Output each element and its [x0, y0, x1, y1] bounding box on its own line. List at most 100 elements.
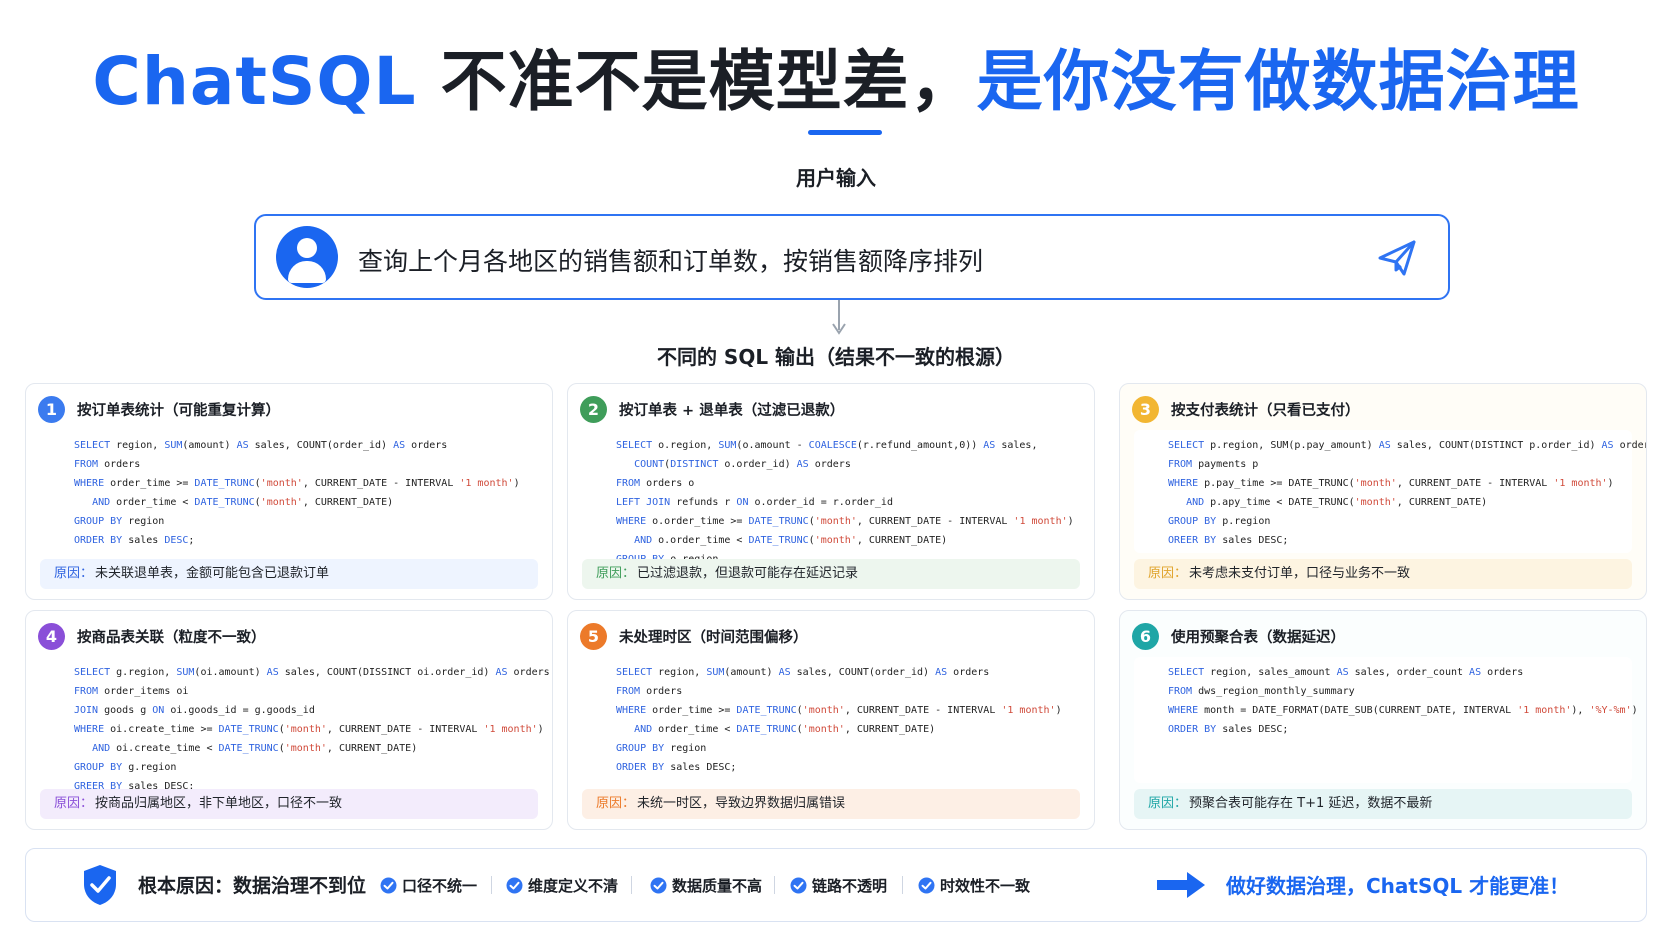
reason-text: 未关联退单表，金额可能包含已退款订单 — [95, 566, 330, 581]
sql-card-4: 4 按商品表关联（粒度不一致） SELECT g.region, SUM(oi.am… — [25, 610, 553, 830]
sql-code-line: ORDER BY sales DESC; — [616, 762, 737, 773]
sql-code-line: WHERE month = DATE_FORMAT(DATE_SUB(CURRE… — [1168, 705, 1638, 716]
card-number-badge: 2 — [580, 395, 607, 423]
reason-label: 原因： — [1148, 566, 1188, 581]
governance-item: 口径不统一 — [380, 874, 477, 896]
reason-note: 原因： 按商品归属地区，非下单地区，口径不一致 — [40, 789, 538, 819]
sql-code-line: WHERE p.pay_time >= DATE_TRUNC('month', … — [1168, 478, 1614, 489]
card-header: 3 按支付表统计（只看已支付） — [1132, 394, 1360, 424]
divider — [774, 876, 775, 894]
governance-item-label: 口径不统一 — [402, 876, 478, 895]
sql-code-line: SELECT region, SUM(amount) AS sales, COU… — [74, 440, 448, 451]
sql-card-2: 2 按订单表 + 退单表（过滤已退款） SELECT o.region, SUM(o… — [567, 383, 1095, 600]
reason-note: 原因： 未关联退单表，金额可能包含已退款订单 — [40, 559, 538, 589]
sql-code-line: GROUP BY region — [616, 743, 707, 754]
card-title: 按订单表统计（可能重复计算） — [77, 402, 280, 419]
governance-item-label: 数据质量不高 — [672, 876, 763, 895]
card-number-badge: 1 — [38, 395, 65, 423]
sql-code-block: SELECT p.region, SUM(p.pay_amount) AS sa… — [1134, 430, 1646, 553]
sql-code-line: GROUP BY p.region — [1168, 516, 1271, 527]
card-header: 4 按商品表关联（粒度不一致） — [38, 621, 266, 651]
divider — [631, 876, 632, 894]
card-number-badge: 5 — [580, 622, 607, 650]
title-part-brand: ChatSQL — [92, 43, 417, 120]
sql-code-line: ORDER BY sales DESC; — [74, 535, 195, 546]
reason-text: 预聚合表可能存在 T+1 延迟，数据不最新 — [1189, 796, 1433, 811]
right-arrow-icon — [1157, 872, 1205, 898]
sql-code-line: WHERE oi.create_time >= DATE_TRUNC('mont… — [74, 724, 544, 735]
sql-code-block: SELECT g.region, SUM(oi.amount) AS sales… — [40, 657, 550, 792]
reason-text: 按商品归属地区，非下单地区，口径不一致 — [95, 796, 343, 811]
sql-code-line: FROM payments p — [1168, 459, 1259, 470]
sql-code-block: SELECT region, SUM(amount) AS sales, COU… — [582, 657, 1080, 783]
reason-label: 原因： — [596, 796, 636, 811]
reason-text: 未考虑未支付订单，口径与业务不一致 — [1189, 566, 1411, 581]
sql-card-6: 6 使用预聚合表（数据延迟） SELECT region, sales_amount… — [1119, 610, 1647, 830]
sql-code-line: AND o.order_time < DATE_TRUNC('month', C… — [634, 535, 948, 546]
governance-item-label: 时效性不一致 — [940, 876, 1031, 895]
sql-code-line: FROM dws_region_monthly_summary — [1168, 686, 1355, 697]
shield-check-icon — [84, 865, 116, 905]
sql-code-line: WHERE o.order_time >= DATE_TRUNC('month'… — [616, 516, 1074, 527]
user-avatar-icon — [276, 226, 338, 288]
page-title: ChatSQL 不准不是模型差，是你没有做数据治理 — [0, 28, 1672, 124]
sql-code-line: LEFT JOIN refunds r ON o.order_id = r.or… — [616, 497, 893, 508]
card-title: 按订单表 + 退单表（过滤已退款） — [619, 402, 845, 419]
sql-code-line: GROUP BY g.region — [74, 762, 177, 773]
sql-code-line: JOIN goods g ON oi.goods_id = g.goods_id — [74, 705, 315, 716]
governance-item-label: 链路不透明 — [812, 876, 888, 895]
governance-item: 时效性不一致 — [918, 874, 1030, 896]
root-cause-text: 根本原因：数据治理不到位 — [138, 875, 367, 897]
governance-item: 数据质量不高 — [650, 874, 762, 896]
sql-code-line: ORDER BY sales DESC; — [1168, 724, 1289, 735]
card-header: 1 按订单表统计（可能重复计算） — [38, 394, 280, 424]
sql-code-line: FROM orders — [74, 459, 141, 470]
card-title: 按支付表统计（只看已支付） — [1171, 402, 1360, 419]
sql-code-line: SELECT region, SUM(amount) AS sales, COU… — [616, 667, 990, 678]
sql-code-line: FROM orders o — [616, 478, 695, 489]
check-circle-icon — [506, 877, 523, 893]
sql-code-line: GROUP BY region — [74, 516, 165, 527]
card-number-badge: 3 — [1132, 395, 1159, 423]
governance-item-label: 维度定义不清 — [528, 876, 619, 895]
reason-label: 原因： — [54, 566, 94, 581]
sql-code-line: SELECT region, sales_amount AS sales, or… — [1168, 667, 1524, 678]
reason-label: 原因： — [1148, 796, 1188, 811]
sql-code-line: WHERE order_time >= DATE_TRUNC('month', … — [74, 478, 520, 489]
user-input-label: 用户输入 — [796, 166, 876, 190]
root-cause-bar: 根本原因：数据治理不到位 口径不统一 维度定义不清 数据质量不高 链路不透明 时效性不一… — [25, 848, 1647, 922]
card-title: 按商品表关联（粒度不一致） — [77, 629, 266, 646]
send-paper-plane-icon[interactable] — [1376, 238, 1418, 278]
reason-text: 未统一时区，导致边界数据归属错误 — [637, 796, 846, 811]
divider — [902, 876, 903, 894]
card-number-badge: 4 — [38, 622, 65, 650]
sql-code-line: AND order_time < DATE_TRUNC('month', CUR… — [634, 724, 936, 735]
sql-code-line: SELECT o.region, SUM(o.amount - COALESCE… — [616, 440, 1038, 451]
title-part-end: 是你没有做数据治理 — [976, 43, 1580, 120]
reason-label: 原因： — [596, 566, 636, 581]
reason-text: 已过滤退款，但退款可能存在延迟记录 — [637, 566, 859, 581]
sql-code-block: SELECT o.region, SUM(o.amount - COALESCE… — [582, 430, 1080, 584]
card-header: 2 按订单表 + 退单表（过滤已退款） — [580, 394, 844, 424]
reason-note: 原因： 未考虑未支付订单，口径与业务不一致 — [1134, 559, 1632, 589]
check-circle-icon — [790, 877, 807, 893]
sql-code-line: SELECT p.region, SUM(p.pay_amount) AS sa… — [1168, 440, 1646, 451]
card-header: 6 使用预聚合表（数据延迟） — [1132, 621, 1345, 651]
sql-card-5: 5 未处理时区（时间范围偏移） SELECT region, SUM(amount)… — [567, 610, 1095, 830]
query-input-box[interactable]: 查询上个月各地区的销售额和订单数，按销售额降序排列 — [254, 214, 1450, 300]
check-circle-icon — [650, 877, 667, 893]
card-title: 未处理时区（时间范围偏移） — [619, 629, 808, 646]
governance-item: 维度定义不清 — [506, 874, 618, 896]
reason-note: 原因： 已过滤退款，但退款可能存在延迟记录 — [582, 559, 1080, 589]
sql-code-line: AND p.apy_time < DATE_TRUNC('month', CUR… — [1186, 497, 1488, 508]
sql-code-line: OREER BY sales DESC; — [1168, 535, 1289, 546]
sql-code-line: COUNT(DISTINCT o.order_id) AS orders — [634, 459, 851, 470]
title-part-middle: 不准不是模型差， — [416, 43, 977, 120]
divider — [491, 876, 492, 894]
governance-item: 链路不透明 — [790, 874, 887, 896]
check-circle-icon — [380, 877, 397, 893]
card-number-badge: 6 — [1132, 622, 1159, 650]
reason-note: 原因： 预聚合表可能存在 T+1 延迟，数据不最新 — [1134, 789, 1632, 819]
sql-code-line: AND order_time < DATE_TRUNC('month', CUR… — [92, 497, 394, 508]
query-input-text[interactable]: 查询上个月各地区的销售额和订单数，按销售额降序排列 — [358, 242, 983, 278]
